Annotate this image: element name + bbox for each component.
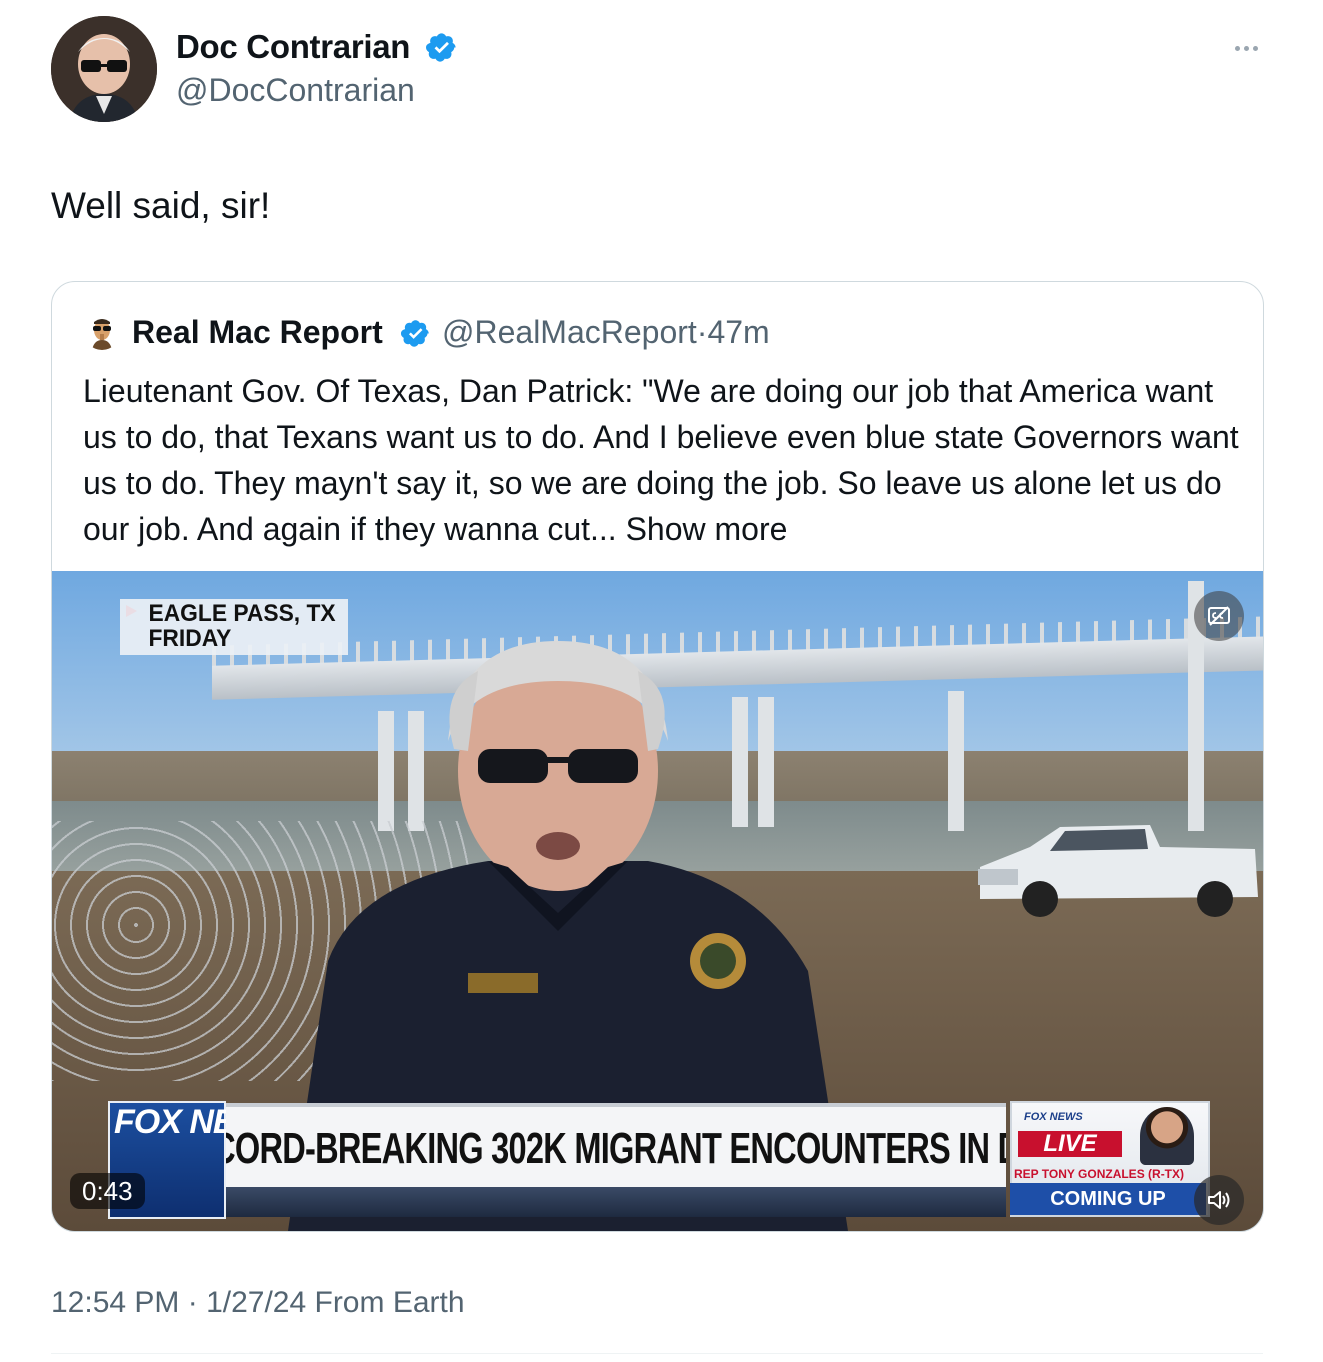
volume-icon[interactable]	[1194, 1175, 1244, 1225]
verified-badge-icon	[426, 33, 456, 62]
quoted-author-handle-and-age[interactable]: @RealMacReport·47m	[442, 314, 770, 351]
news-ticker-bar	[226, 1187, 1006, 1217]
quoted-tweet-age[interactable]: 47m	[707, 314, 769, 350]
tweet-timestamp[interactable]: 12:54 PM · 1/27/24 From Earth	[51, 1286, 465, 1320]
live-network-label: FOX NEWS	[1024, 1111, 1083, 1123]
quoted-author-display-name[interactable]: Real Mac Report	[132, 314, 383, 351]
news-headline: RECORD-BREAKING 302K MIGRANT ENCOUNTERS …	[226, 1124, 1006, 1173]
upcoming-guest: REP TONY GONZALES (R-TX)	[1014, 1167, 1185, 1181]
author-avatar[interactable]	[51, 16, 157, 122]
coming-up-label: COMING UP	[1010, 1183, 1206, 1215]
author-handle[interactable]: @DocContrarian	[176, 72, 415, 109]
verified-badge-icon	[400, 320, 429, 347]
bridge-pillar	[948, 691, 964, 831]
quoted-author-avatar[interactable]	[84, 314, 120, 350]
author-display-name[interactable]: Doc Contrarian	[176, 28, 410, 66]
video-duration: 0:43	[70, 1173, 145, 1209]
pickup-truck	[978, 825, 1258, 917]
location-line1: EAGLE PASS, TX	[148, 600, 336, 627]
quoted-author-handle[interactable]: @RealMacReport	[442, 314, 697, 350]
separator: ·	[696, 314, 708, 350]
closed-captions-icon[interactable]	[1194, 591, 1244, 641]
guest-thumbnail	[1140, 1107, 1194, 1165]
divider	[51, 1353, 1263, 1354]
news-headline-bar: RECORD-BREAKING 302K MIGRANT ENCOUNTERS …	[226, 1103, 1006, 1195]
quoted-tweet-text: Lieutenant Gov. Of Texas, Dan Patrick: "…	[83, 368, 1243, 552]
show-more-link[interactable]: Show more	[626, 511, 788, 547]
tweet-text: Well said, sir!	[51, 185, 271, 226]
location-line2: FRIDAY	[148, 625, 232, 652]
live-badge: LIVE	[1018, 1131, 1122, 1157]
quoted-tweet-card[interactable]: Real Mac Report @RealMacReport·47m Lieut…	[51, 281, 1264, 1232]
more-icon[interactable]	[1228, 36, 1264, 60]
video-player[interactable]: EAGLE PASS, TX FRIDAY FOX NEWS RECORD-BR…	[52, 571, 1263, 1231]
location-label: EAGLE PASS, TX FRIDAY	[120, 599, 348, 655]
